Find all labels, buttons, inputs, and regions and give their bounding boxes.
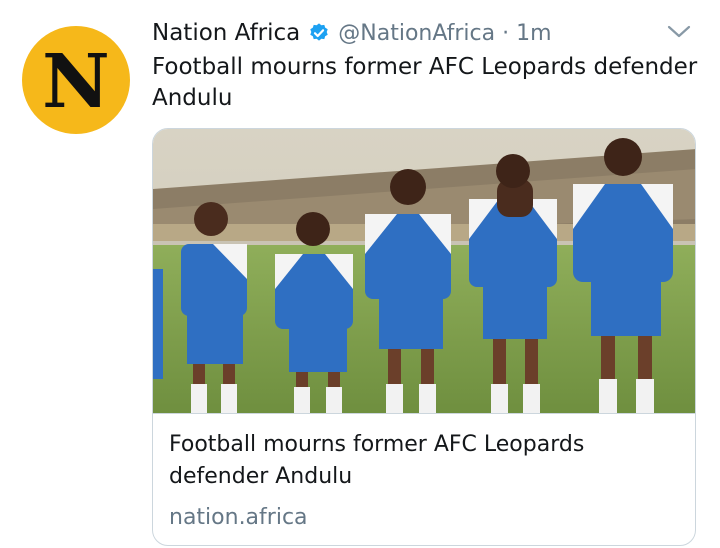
chevron-down-icon[interactable] <box>666 22 692 42</box>
tweet-header: Nation Africa @NationAfrica · 1m <box>152 16 552 50</box>
timestamp[interactable]: 1m <box>516 21 551 46</box>
separator-dot: · <box>502 20 510 46</box>
avatar[interactable]: N <box>22 26 130 134</box>
avatar-logo-letter: N <box>42 39 110 125</box>
link-card[interactable]: Football mourns former AFC Leopards defe… <box>152 128 696 546</box>
card-image[interactable] <box>153 129 696 413</box>
card-title[interactable]: Football mourns former AFC Leopards defe… <box>169 429 669 493</box>
tweet-text: Football mourns former AFC Leopards defe… <box>152 54 698 111</box>
verified-badge-icon <box>310 23 328 41</box>
card-divider <box>153 413 695 414</box>
user-handle[interactable]: @NationAfrica <box>338 21 495 46</box>
tweet[interactable]: N Nation Africa @NationAfrica · 1m Footb… <box>0 0 720 548</box>
display-name[interactable]: Nation Africa <box>152 20 300 46</box>
card-domain[interactable]: nation.africa <box>169 503 308 533</box>
